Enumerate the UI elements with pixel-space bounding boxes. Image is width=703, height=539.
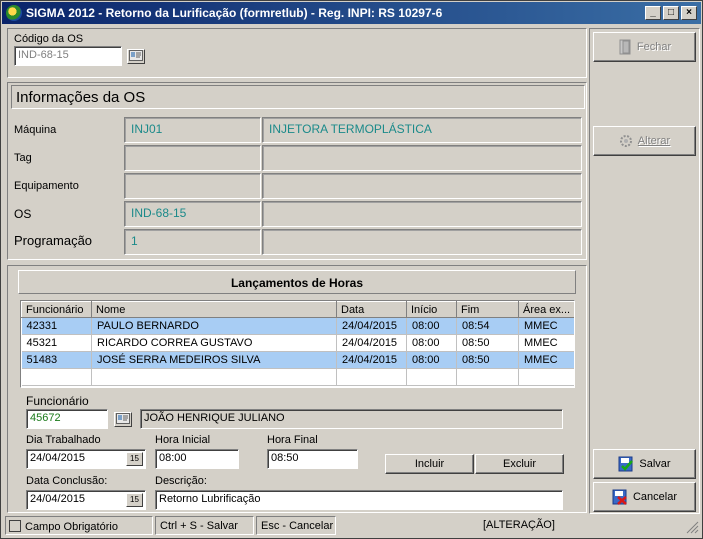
cancelar-button[interactable]: Cancelar	[593, 482, 696, 512]
window-title: SIGMA 2012 - Retorno da Lurificação (for…	[26, 6, 443, 20]
programacao-desc	[262, 229, 582, 255]
col-nome[interactable]: Nome	[91, 301, 337, 318]
door-icon	[619, 39, 631, 55]
os-desc	[262, 201, 582, 227]
card-icon	[129, 50, 143, 61]
cell-funcionario: 42331	[21, 317, 92, 335]
os-info-panel: Informações da OS Máquina INJ01 INJETORA…	[7, 82, 587, 260]
maquina-code: INJ01	[124, 117, 261, 143]
col-area[interactable]: Área ex...	[518, 301, 574, 318]
card-icon	[116, 413, 130, 424]
gear-icon	[619, 135, 632, 147]
cell-fim: 08:50	[456, 334, 519, 352]
tag-code	[124, 145, 261, 171]
os-search-button[interactable]	[127, 49, 145, 64]
hours-title: Lançamentos de Horas	[18, 270, 576, 294]
cancel-icon	[612, 489, 627, 505]
cell-data: 24/04/2015	[336, 351, 407, 369]
cancel-shortcut-hint: Esc - Cancelar	[256, 516, 336, 535]
funcionario-input[interactable]: 45672	[26, 409, 108, 429]
os-label: OS	[14, 207, 32, 221]
title-bar[interactable]: SIGMA 2012 - Retorno da Lurificação (for…	[2, 2, 701, 24]
cell-fim: 08:50	[456, 351, 519, 369]
calendar-icon[interactable]: 15	[126, 452, 143, 466]
os-code-panel: Código da OS IND-68-15	[7, 28, 587, 78]
close-button[interactable]: ×	[681, 6, 697, 20]
cell-inicio: 08:00	[406, 351, 457, 369]
salvar-button[interactable]: Salvar	[593, 449, 696, 479]
cell-nome: JOSÉ SERRA MEDEIROS SILVA	[91, 351, 337, 369]
hora-final-input[interactable]: 08:50	[267, 449, 358, 469]
required-field-text: Campo Obrigatório	[25, 521, 118, 533]
fechar-label: Fechar	[636, 41, 672, 53]
hours-table: Funcionário Nome Data Início Fim Área ex…	[21, 301, 574, 386]
cell-inicio: 08:00	[406, 317, 457, 335]
funcionario-search-button[interactable]	[114, 412, 132, 427]
equipamento-code	[124, 173, 261, 199]
descricao-input[interactable]: Retorno Lubrificação	[155, 490, 563, 510]
hours-grid[interactable]: Funcionário Nome Data Início Fim Área ex…	[20, 300, 575, 388]
cell-funcionario: 45321	[21, 334, 92, 352]
os-info-title: Informações da OS	[11, 85, 585, 109]
col-data[interactable]: Data	[336, 301, 407, 318]
col-inicio[interactable]: Início	[406, 301, 457, 318]
tag-desc	[262, 145, 582, 171]
maquina-label: Máquina	[14, 124, 57, 136]
action-panel: Fechar Alterar Salvar Cancelar	[589, 28, 700, 514]
calendar-icon[interactable]: 15	[126, 493, 143, 507]
hora-inicial-label: Hora Inicial	[155, 434, 211, 446]
status-bar: Campo Obrigatório Ctrl + S - Salvar Esc …	[5, 516, 700, 536]
fechar-button[interactable]: Fechar	[593, 32, 696, 62]
data-conclusao-label: Data Conclusão:	[26, 475, 108, 487]
maximize-button[interactable]: □	[663, 6, 679, 20]
table-row[interactable]: 51483 JOSÉ SERRA MEDEIROS SILVA 24/04/20…	[21, 351, 574, 369]
tag-label: Tag	[14, 152, 32, 164]
mode-indicator: [ALTERAÇÃO]	[483, 519, 555, 531]
os-number: IND-68-15	[124, 201, 261, 227]
hours-panel: Lançamentos de Horas Funcionário Nome Da…	[7, 265, 587, 513]
cell-data: 24/04/2015	[336, 317, 407, 335]
minimize-button[interactable]: _	[645, 6, 661, 20]
cell-fim: 08:54	[456, 317, 519, 335]
cell-funcionario: 51483	[21, 351, 92, 369]
funcionario-label: Funcionário	[26, 394, 89, 408]
os-code-input[interactable]: IND-68-15	[14, 46, 122, 66]
dia-trabalhado-label: Dia Trabalhado	[26, 434, 101, 446]
table-row[interactable]: 45321 RICARDO CORREA GUSTAVO 24/04/2015 …	[21, 334, 574, 352]
excluir-button[interactable]: Excluir	[475, 454, 564, 474]
resize-grip-icon[interactable]	[685, 520, 699, 534]
cell-area: MMEC	[518, 317, 574, 335]
os-code-label: Código da OS	[14, 33, 84, 45]
main-window: SIGMA 2012 - Retorno da Lurificação (for…	[0, 0, 703, 539]
cell-nome: RICARDO CORREA GUSTAVO	[91, 334, 337, 352]
equipamento-desc	[262, 173, 582, 199]
sigma-logo-icon	[6, 5, 22, 21]
save-shortcut-hint: Ctrl + S - Salvar	[155, 516, 254, 535]
programacao-code: 1	[124, 229, 261, 255]
equipamento-label: Equipamento	[14, 180, 79, 192]
cell-area: MMEC	[518, 334, 574, 352]
table-row[interactable]: 42331 PAULO BERNARDO 24/04/2015 08:00 08…	[21, 317, 574, 335]
alterar-label: Alterar	[637, 135, 671, 147]
programacao-label: Programação	[14, 233, 93, 248]
required-swatch-icon	[9, 520, 21, 532]
cell-data: 24/04/2015	[336, 334, 407, 352]
cancelar-label: Cancelar	[632, 491, 678, 503]
cell-nome: PAULO BERNARDO	[91, 317, 337, 335]
col-fim[interactable]: Fim	[456, 301, 519, 318]
maquina-desc: INJETORA TERMOPLÁSTICA	[262, 117, 582, 143]
col-funcionario[interactable]: Funcionário	[21, 301, 92, 318]
cell-area: MMEC	[518, 351, 574, 369]
cell-inicio: 08:00	[406, 334, 457, 352]
table-row-empty[interactable]	[21, 368, 574, 386]
incluir-button[interactable]: Incluir	[385, 454, 474, 474]
alterar-button[interactable]: Alterar	[593, 126, 696, 156]
save-check-icon	[618, 456, 634, 472]
required-field-legend: Campo Obrigatório	[5, 516, 153, 535]
hora-final-label: Hora Final	[267, 434, 318, 446]
hora-inicial-input[interactable]: 08:00	[155, 449, 239, 469]
funcionario-name: JOÃO HENRIQUE JULIANO	[140, 409, 563, 429]
descricao-label: Descrição:	[155, 475, 207, 487]
salvar-label: Salvar	[639, 458, 671, 470]
